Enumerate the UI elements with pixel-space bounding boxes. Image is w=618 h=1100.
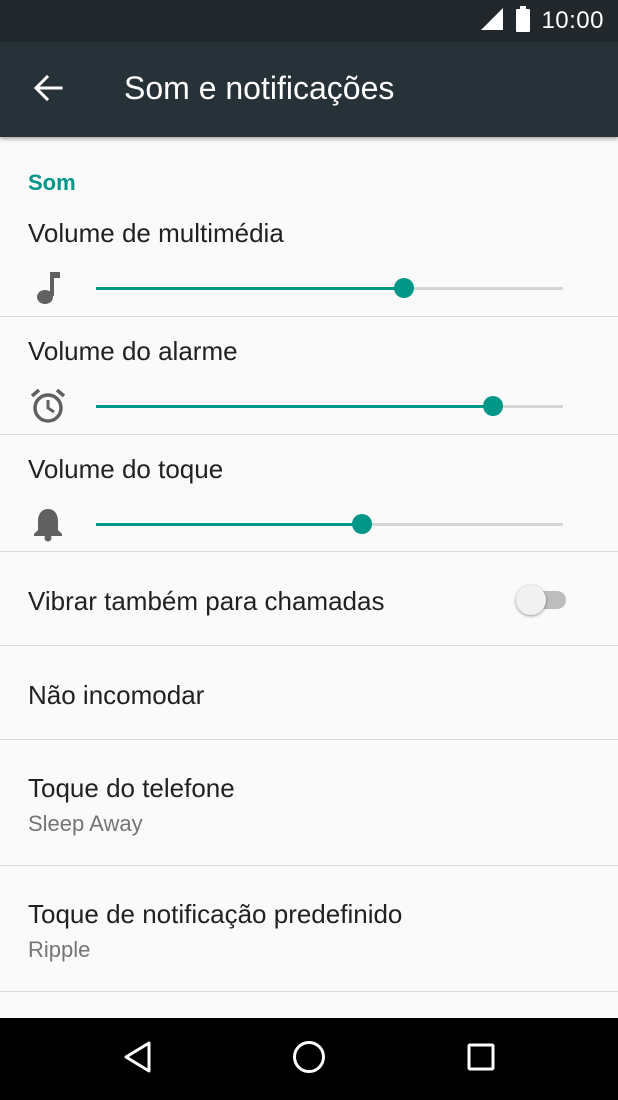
vibrate-for-calls-label: Vibrar também para chamadas: [28, 586, 385, 616]
recents-square-icon: [465, 1041, 497, 1078]
volume-label-ring: Volume do toque: [28, 454, 224, 484]
slider-fill: [96, 287, 405, 290]
battery-icon: [515, 5, 531, 37]
vibrate-toggle[interactable]: [516, 584, 572, 615]
slider-thumb[interactable]: [352, 514, 373, 534]
section-header-sound: Som: [28, 170, 76, 195]
ring-volume-slider[interactable]: [96, 512, 563, 536]
page-title: Som e notificações: [124, 70, 395, 106]
back-button[interactable]: [20, 67, 76, 113]
notification-tone-label: Toque de notificação predefinido: [28, 899, 403, 929]
volume-row-media: Volume de multimédia: [0, 218, 618, 336]
nav-recents-button[interactable]: [461, 1039, 501, 1079]
back-triangle-icon: [122, 1040, 154, 1079]
media-volume-slider[interactable]: [96, 276, 563, 300]
status-icons: 10:00: [479, 5, 604, 37]
notification-tone-row[interactable]: Toque de notificação predefinido Ripple: [0, 866, 618, 991]
slider-thumb[interactable]: [394, 278, 415, 298]
notification-tone-value: Ripple: [28, 937, 91, 962]
status-clock: 10:00: [541, 7, 604, 34]
volume-label-media: Volume de multimédia: [28, 218, 284, 248]
do-not-disturb-row[interactable]: Não incomodar: [0, 646, 618, 739]
phone-ringtone-row[interactable]: Toque do telefone Sleep Away: [0, 740, 618, 865]
divider: [0, 316, 618, 317]
bell-icon: [28, 504, 68, 544]
nav-home-button[interactable]: [289, 1039, 329, 1079]
alarm-clock-icon: [28, 386, 68, 426]
status-bar: 10:00: [0, 0, 618, 42]
app-toolbar: Som e notificações: [0, 42, 618, 137]
do-not-disturb-label: Não incomodar: [28, 680, 205, 710]
home-circle-icon: [291, 1039, 327, 1080]
phone-ringtone-label: Toque do telefone: [28, 773, 235, 803]
divider: [0, 991, 618, 992]
slider-fill: [96, 405, 493, 408]
system-nav-bar: [0, 1018, 618, 1100]
signal-icon: [479, 7, 505, 36]
music-note-icon: [28, 268, 68, 308]
volume-row-alarm: Volume do alarme: [0, 336, 618, 454]
divider: [0, 434, 618, 435]
nav-back-button[interactable]: [118, 1039, 158, 1079]
alarm-volume-slider[interactable]: [96, 394, 563, 418]
phone-ringtone-value: Sleep Away: [28, 811, 143, 836]
volume-label-alarm: Volume do alarme: [28, 336, 238, 366]
arrow-back-icon: [33, 74, 63, 107]
slider-thumb[interactable]: [482, 396, 503, 416]
slider-fill: [96, 523, 363, 526]
toggle-thumb: [516, 585, 546, 615]
